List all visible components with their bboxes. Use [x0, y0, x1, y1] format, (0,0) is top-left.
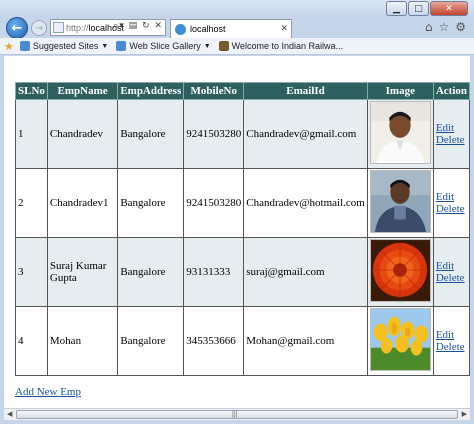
favorite-suggested-sites[interactable]: Suggested Sites ▼	[19, 41, 109, 51]
edit-link[interactable]: Edit	[436, 260, 454, 272]
close-tab-icon[interactable]: ✕	[280, 23, 288, 34]
header-image: Image	[366, 82, 434, 100]
header-empname: EmpName	[46, 82, 119, 100]
cell-image	[366, 237, 434, 307]
site-icon	[19, 41, 30, 51]
cell-mobile: 345353666	[183, 306, 245, 376]
cell-address: Bangalore	[117, 237, 185, 307]
cell-name: Chandradev1	[46, 168, 119, 238]
employee-photo	[369, 170, 431, 233]
scrollbar-thumb[interactable]: |||	[16, 410, 458, 419]
cell-email: suraj@gmail.com	[243, 237, 368, 307]
cell-email: Chandradev@gmail.com	[243, 99, 368, 169]
cell-slno: 4	[15, 306, 48, 376]
cell-name: Suraj Kumar Gupta	[46, 237, 119, 307]
cell-address: Bangalore	[117, 306, 185, 376]
cell-slno: 2	[15, 168, 48, 238]
table-header-row: SLNo EmpName EmpAddress MobileNo EmailId…	[15, 82, 470, 100]
edit-link[interactable]: Edit	[436, 122, 454, 134]
chevron-down-icon: ▼	[203, 42, 211, 50]
horizontal-scrollbar[interactable]: ◀ ||| ▶	[4, 408, 470, 420]
page-icon	[53, 22, 64, 33]
header-mobileno: MobileNo	[183, 82, 245, 100]
cell-email: Chandradev@hotmail.com	[243, 168, 368, 238]
ie-icon	[175, 23, 186, 35]
header-emailid: EmailId	[243, 82, 368, 100]
table-row: 1 Chandradev Bangalore 9241503280 Chandr…	[15, 99, 470, 169]
navigation-bar: ← → http://localhost ⌕▾ ▤ ↻ ✕ localhost …	[0, 16, 474, 39]
grip-icon: |||	[232, 411, 238, 418]
cell-mobile: 93131333	[183, 237, 245, 307]
favorites-icon[interactable]: ★	[4, 40, 14, 53]
cell-email: Mohan@gmail.com	[243, 306, 368, 376]
flower-photo	[369, 239, 431, 302]
table-row: 3 Suraj Kumar Gupta Bangalore 93131333 s…	[15, 237, 470, 307]
cell-action: Edit Delete	[432, 306, 470, 376]
employee-photo	[369, 101, 431, 164]
delete-link[interactable]: Delete	[436, 134, 465, 146]
close-window-button[interactable]: ✕	[430, 1, 468, 16]
cell-image	[366, 306, 434, 376]
delete-link[interactable]: Delete	[436, 341, 465, 353]
chevron-down-icon: ▼	[101, 42, 109, 50]
cell-mobile: 9241503280	[183, 99, 245, 169]
tulips-photo	[369, 308, 431, 371]
gear-icon[interactable]: ⚙	[455, 20, 466, 34]
cell-name: Chandradev	[46, 99, 119, 169]
edit-link[interactable]: Edit	[436, 191, 454, 203]
tab-title: localhost	[190, 24, 226, 34]
cell-image	[366, 168, 434, 238]
favorites-star-icon[interactable]: ☆	[438, 20, 449, 34]
address-prefix: http://	[66, 22, 89, 33]
minimize-button[interactable]: ▁	[386, 1, 407, 16]
back-button[interactable]: ←	[6, 17, 28, 39]
cell-address: Bangalore	[117, 168, 185, 238]
page-content: SLNo EmpName EmpAddress MobileNo EmailId…	[4, 56, 470, 408]
address-bar[interactable]: http://localhost ⌕▾ ▤ ↻ ✕	[50, 19, 166, 36]
cell-action: Edit Delete	[432, 237, 470, 307]
favorite-indian-railways[interactable]: Welcome to Indian Railwa...	[218, 41, 343, 51]
add-new-emp-link[interactable]: Add New Emp	[15, 386, 81, 398]
tab-localhost[interactable]: localhost ✕	[170, 19, 292, 38]
header-slno: SLNo	[15, 82, 48, 100]
edit-link[interactable]: Edit	[436, 329, 454, 341]
cell-image	[366, 99, 434, 169]
window-controls: ▁ □ ✕	[385, 1, 468, 16]
railway-icon	[218, 41, 229, 51]
table-row: 4 Mohan Bangalore 345353666 Mohan@gmail.…	[15, 306, 470, 376]
employee-table: SLNo EmpName EmpAddress MobileNo EmailId…	[15, 82, 470, 376]
cell-action: Edit Delete	[432, 99, 470, 169]
maximize-button[interactable]: □	[408, 1, 429, 16]
header-empaddress: EmpAddress	[117, 82, 185, 100]
favorite-web-slice-gallery[interactable]: Web Slice Gallery ▼	[116, 41, 211, 51]
cell-action: Edit Delete	[432, 168, 470, 238]
forward-button[interactable]: →	[31, 20, 47, 36]
cell-name: Mohan	[46, 306, 119, 376]
address-tools-icon[interactable]: ⌕▾ ▤ ↻ ✕	[113, 21, 163, 31]
header-action: Action	[432, 82, 470, 100]
delete-link[interactable]: Delete	[436, 272, 465, 284]
toolbar-icons: ⌂ ☆ ⚙	[425, 20, 466, 34]
favorites-bar: ★ Suggested Sites ▼ Web Slice Gallery ▼ We…	[0, 38, 474, 55]
cell-slno: 1	[15, 99, 48, 169]
cell-slno: 3	[15, 237, 48, 307]
table-row: 2 Chandradev1 Bangalore 9241503280 Chand…	[15, 168, 470, 238]
scroll-right-icon[interactable]: ▶	[462, 410, 467, 418]
site-icon	[116, 41, 127, 51]
cell-mobile: 9241503280	[183, 168, 245, 238]
delete-link[interactable]: Delete	[436, 203, 465, 215]
scroll-left-icon[interactable]: ◀	[7, 410, 12, 418]
cell-address: Bangalore	[117, 99, 185, 169]
home-icon[interactable]: ⌂	[425, 20, 433, 34]
